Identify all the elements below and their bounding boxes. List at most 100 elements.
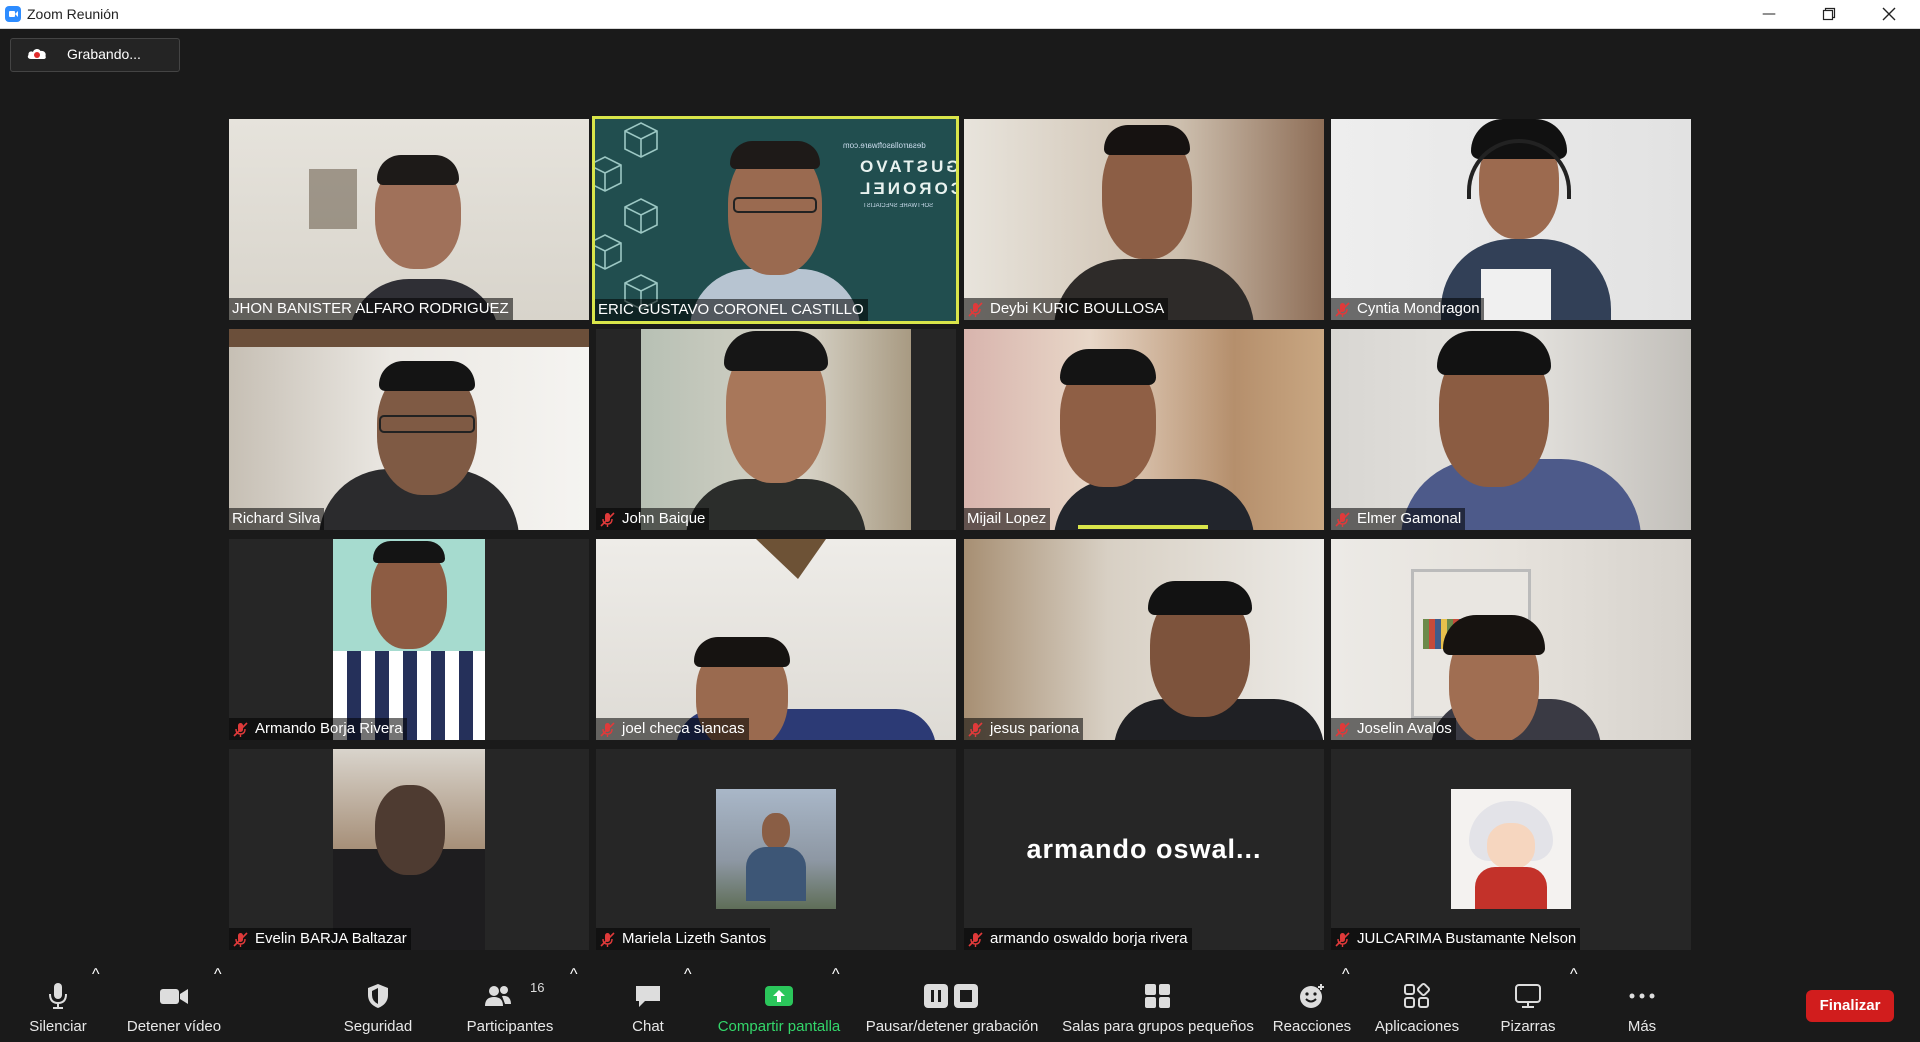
apps-icon [1404,982,1431,1008]
meeting-toolbar: Silenciar ^ Detener vídeo ^ Seguridad 16… [0,966,1920,1042]
participant-tile[interactable]: jesus pariona [964,539,1324,740]
participant-tile[interactable]: Deybi KURIC BOULLOSA [964,119,1324,320]
restore-button[interactable] [1806,0,1852,28]
participant-name: JHON BANISTER ALFARO RODRIGUEZ [229,298,513,320]
participant-name: Richard Silva [229,508,325,530]
participant-name: Armando Borja Rivera [229,718,407,740]
minimize-button[interactable]: — [1746,0,1792,28]
participant-name: Elmer Gamonal [1331,508,1466,530]
chat-options-caret[interactable]: ^ [684,966,692,1042]
person-hair [377,155,459,185]
muted-mic-icon [233,721,248,737]
audio-options-caret[interactable]: ^ [92,966,100,1042]
pause-stop-recording-icon [924,984,978,1008]
person-hair [694,637,790,667]
microphone-icon [49,983,67,1009]
person-hair [724,331,828,371]
participant-tile[interactable]: Cyntia Mondragon [1331,119,1691,320]
participants-options-caret[interactable]: ^ [570,966,578,1042]
security-button[interactable]: Seguridad [338,966,418,1042]
video-options-caret[interactable]: ^ [214,966,222,1042]
person-hair [379,361,475,391]
more-button[interactable]: Más [1604,966,1680,1042]
chat-button[interactable]: Chat [612,966,684,1042]
participant-tile[interactable]: Armando Borja Rivera [229,539,589,740]
cube-pattern [595,122,658,310]
muted-mic-icon [1335,511,1350,527]
participant-tile-video-off[interactable]: armando oswal... armando oswaldo borja r… [964,749,1324,950]
muted-mic-icon [968,931,983,947]
video-off-name: armando oswal... [1026,834,1262,864]
participant-tile[interactable]: JHON BANISTER ALFARO RODRIGUEZ [229,119,589,320]
participant-name: Evelin BARJA Baltazar [229,928,411,950]
participant-name: joel checa siancas [596,718,749,740]
brand-line2: CORONEL [857,179,959,198]
person-hair [1443,615,1545,655]
participant-tile[interactable]: Evelin BARJA Baltazar [229,749,589,950]
whiteboards-label: Pizarras [1500,1018,1556,1035]
muted-mic-icon [1335,721,1350,737]
participant-tile[interactable]: Mijail Lopez [964,329,1324,530]
muted-mic-icon [1335,931,1350,947]
person-hair [1148,581,1252,615]
glasses [733,197,817,213]
cloud-recording-icon [27,49,46,59]
participant-tile[interactable]: Mariela Lizeth Santos [596,749,956,950]
avatar-face [1487,823,1535,869]
recording-badge[interactable]: Grabando... [10,38,180,72]
whiteboard-icon [1515,984,1541,1008]
participant-name: armando oswaldo borja rivera [964,928,1192,950]
participant-name: Mariela Lizeth Santos [596,928,771,950]
participant-name: John Baique [596,508,710,530]
breakout-rooms-button[interactable]: Salas para grupos pequeños [1058,966,1258,1042]
person-hair [1060,349,1156,385]
participant-tile[interactable]: Richard Silva [229,329,589,530]
participant-tile-active-speaker[interactable]: desarrollasoftware.com GUSTAVO CORONEL S… [592,116,959,324]
participant-name: Deybi KURIC BOULLOSA [964,298,1169,320]
participant-name: JULCARIMA Bustamante Nelson [1331,928,1581,950]
person-hair [1437,331,1551,375]
close-button[interactable] [1866,0,1912,28]
muted-mic-icon [968,721,983,737]
restore-icon [1822,7,1836,21]
participant-tile[interactable]: John Baique [596,329,956,530]
mute-label: Silenciar [29,1018,87,1035]
person-shoulders [1054,479,1254,530]
brand-line1: GUSTAVO [857,157,959,176]
participant-name: Cyntia Mondragon [1331,298,1484,320]
chat-label: Chat [632,1018,664,1035]
share-screen-button[interactable]: Compartir pantalla [708,966,850,1042]
participants-button[interactable]: 16 Participantes [460,966,560,1042]
participant-tile[interactable]: JULCARIMA Bustamante Nelson [1331,749,1691,950]
apps-label: Aplicaciones [1374,1018,1460,1035]
mute-button[interactable]: Silenciar [20,966,96,1042]
participant-tile[interactable]: Joselin Avalos [1331,539,1691,740]
participant-name: Mijail Lopez [964,508,1051,530]
title-bar: Zoom Reunión — [0,0,1920,29]
participants-count: 16 [530,980,545,995]
muted-mic-icon [600,931,615,947]
apps-button[interactable]: Aplicaciones [1370,966,1464,1042]
end-meeting-button[interactable]: Finalizar [1806,990,1894,1022]
participant-tile[interactable]: joel checa siancas [596,539,956,740]
background-frame [309,169,357,229]
smiley-icon [1300,984,1324,1008]
whiteboards-button[interactable]: Pizarras [1490,966,1566,1042]
glasses [379,415,475,433]
muted-mic-icon [968,301,983,317]
video-camera-icon [160,989,188,1004]
participant-tile[interactable]: Elmer Gamonal [1331,329,1691,530]
share-options-caret[interactable]: ^ [832,966,840,1042]
breakout-rooms-icon [1145,984,1170,1008]
participants-label: Participantes [466,1018,554,1035]
person-face [762,813,790,849]
person-shirt [1481,269,1551,320]
participants-icon [485,986,511,1006]
ceiling-beam [229,329,589,347]
brand-line3: SOFTWARE SPECIALIST [863,203,934,209]
pause-stop-recording-button[interactable]: Pausar/detener grabación [858,966,1046,1042]
whiteboards-options-caret[interactable]: ^ [1570,966,1578,1042]
person-hair [730,141,820,169]
shield-icon [368,984,388,1008]
reactions-options-caret[interactable]: ^ [1342,966,1350,1042]
